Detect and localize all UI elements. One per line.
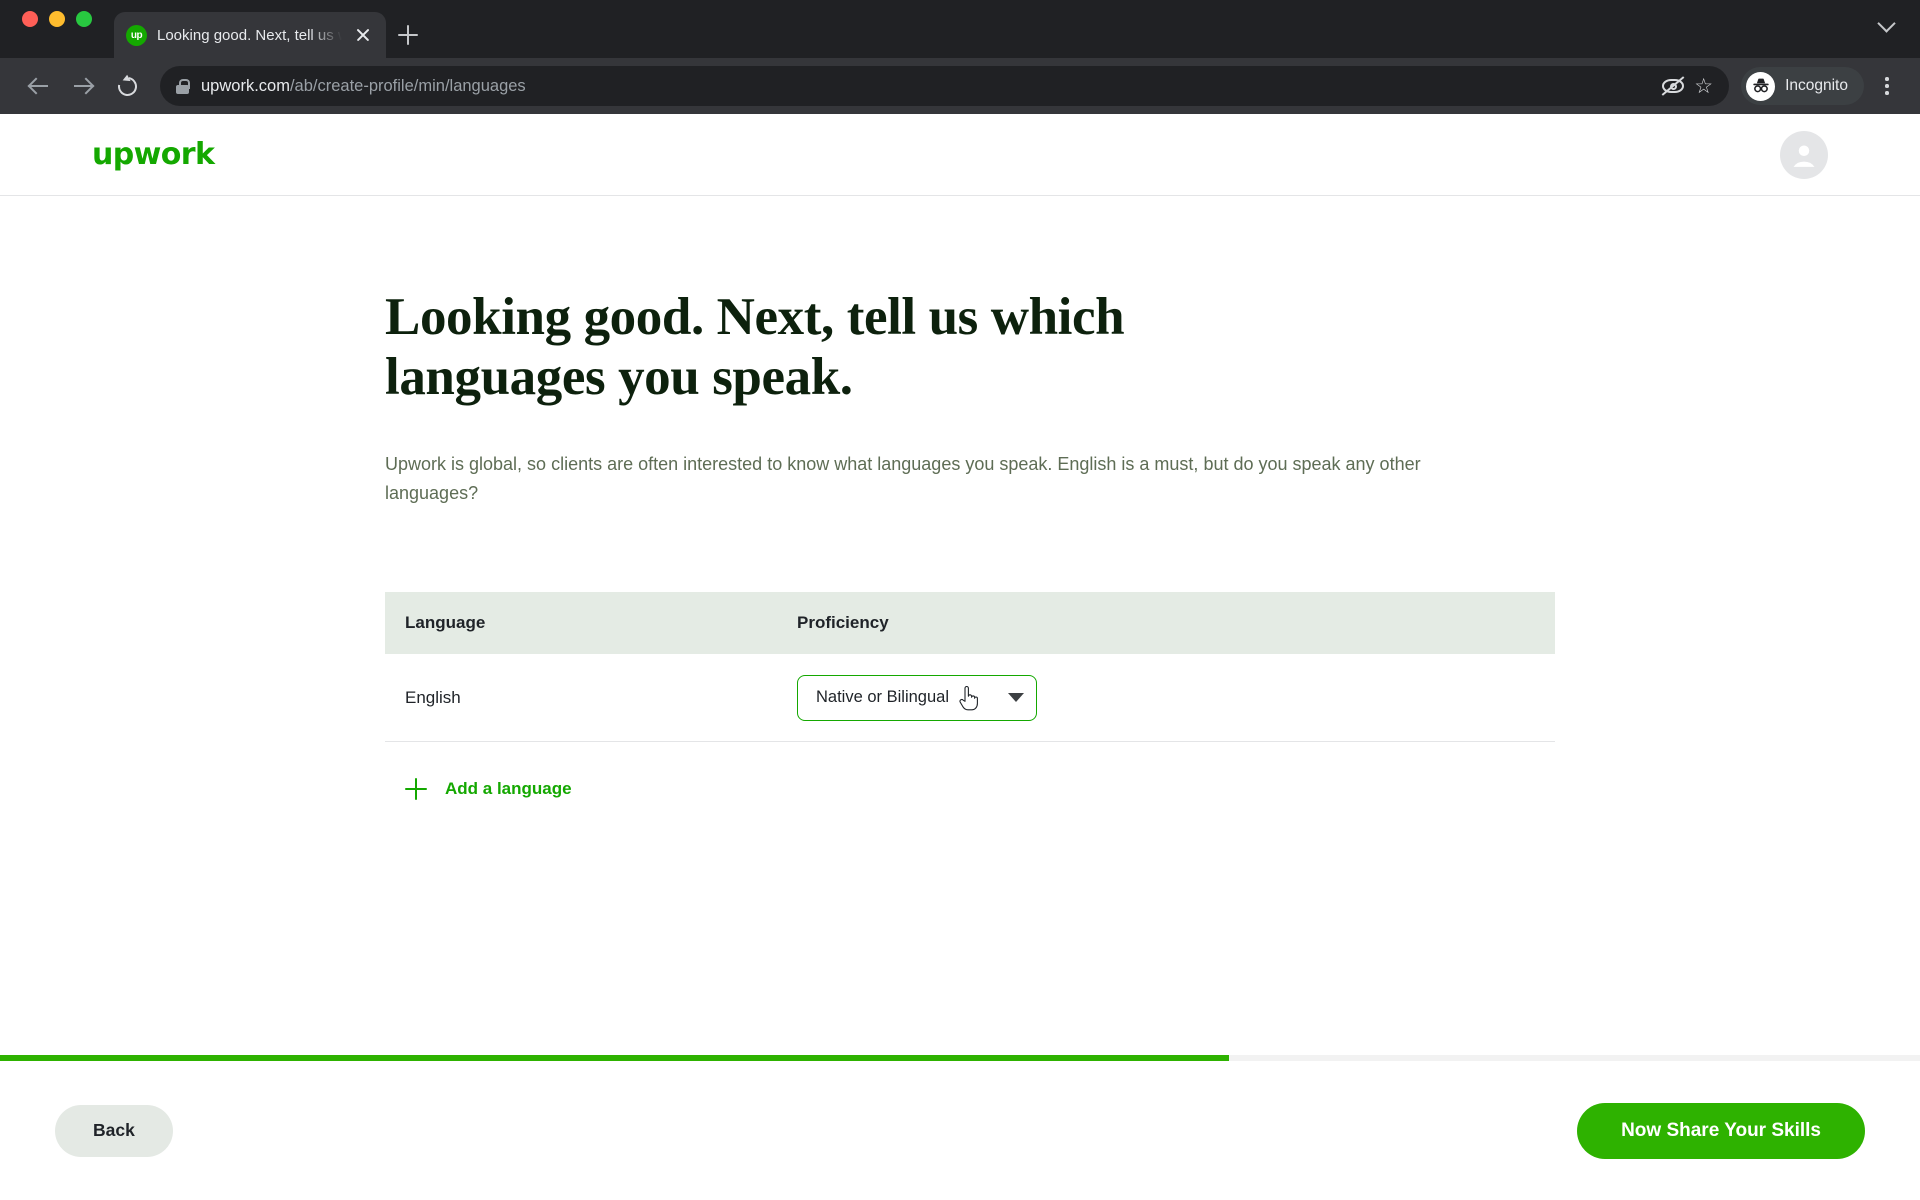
page-description: Upwork is global, so clients are often i… [385, 453, 1421, 503]
omnibox-actions: ☆ [1660, 75, 1713, 97]
languages-table: Language Proficiency English Native or B… [385, 592, 1555, 805]
url-path: /ab/create-profile/min/languages [289, 76, 526, 95]
close-window-button[interactable] [22, 11, 38, 27]
url-text: upwork.com/ab/create-profile/min/languag… [201, 77, 526, 96]
chevron-down-icon[interactable] [1876, 12, 1898, 34]
upwork-favicon: up [126, 24, 147, 46]
tab-title: Looking good. Next, tell us whi [157, 26, 342, 44]
main-content: Looking good. Next, tell us which langua… [0, 196, 1920, 1200]
add-language-label: Add a language [445, 779, 572, 799]
next-step-button[interactable]: Now Share Your Skills [1577, 1102, 1865, 1159]
arrow-left-icon [29, 76, 49, 96]
page-viewport: upwork Looking good. Next, tell us which… [0, 114, 1920, 1200]
back-button[interactable]: Back [55, 1104, 173, 1157]
reload-button[interactable] [108, 67, 146, 105]
new-tab-button[interactable] [386, 12, 430, 58]
site-header: upwork [0, 114, 1920, 196]
browser-window: up Looking good. Next, tell us whi upwor… [0, 0, 1920, 1200]
column-header-language: Language [405, 613, 486, 633]
page-title: Looking good. Next, tell us which langua… [385, 288, 1125, 406]
forward-button[interactable] [64, 67, 102, 105]
window-traffic-lights [22, 0, 92, 58]
reload-icon [113, 72, 141, 100]
avatar[interactable] [1780, 130, 1828, 179]
browser-toolbar: upwork.com/ab/create-profile/min/languag… [0, 58, 1920, 114]
chevron-down-icon [1008, 693, 1024, 703]
back-button[interactable] [20, 67, 58, 105]
table-row: English Native or Bilingual [385, 654, 1555, 743]
browser-tab[interactable]: up Looking good. Next, tell us whi [114, 12, 386, 58]
maximize-window-button[interactable] [76, 11, 92, 27]
upwork-logo[interactable]: upwork [92, 137, 215, 172]
add-language-button[interactable]: Add a language [385, 778, 572, 801]
incognito-hat-icon [1746, 71, 1776, 101]
column-header-proficiency: Proficiency [797, 613, 889, 633]
browser-tabstrip: up Looking good. Next, tell us whi [0, 0, 1920, 58]
incognito-indicator[interactable]: Incognito [1741, 67, 1864, 105]
close-icon[interactable] [352, 24, 374, 46]
star-icon[interactable]: ☆ [1694, 76, 1713, 97]
header-right [1780, 130, 1828, 179]
language-name: English [405, 687, 461, 707]
incognito-label: Incognito [1785, 77, 1848, 94]
proficiency-cell: Native or Bilingual [797, 674, 1555, 721]
proficiency-select[interactable]: Native or Bilingual [797, 674, 1037, 721]
plus-icon [398, 25, 418, 45]
address-bar[interactable]: upwork.com/ab/create-profile/min/languag… [160, 66, 1730, 106]
minimize-window-button[interactable] [49, 11, 65, 27]
proficiency-selected-value: Native or Bilingual [816, 688, 949, 707]
tabstrip-right-area [1876, 0, 1920, 58]
lock-icon [176, 78, 190, 94]
table-header-row: Language Proficiency [385, 592, 1555, 655]
eye-off-icon[interactable] [1660, 75, 1686, 97]
pointing-hand-cursor [958, 685, 980, 712]
url-host: upwork.com [201, 76, 290, 95]
kebab-menu-icon[interactable] [1874, 67, 1900, 105]
plus-icon [405, 778, 427, 801]
arrow-right-icon [73, 76, 93, 96]
page-footer: Back Now Share Your Skills [0, 1055, 1920, 1200]
footer-actions: Back Now Share Your Skills [0, 1061, 1920, 1200]
